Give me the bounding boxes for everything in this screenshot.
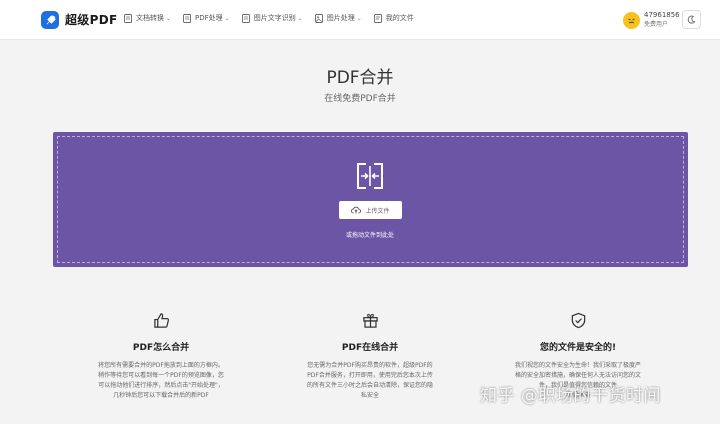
nav-label: 文档转换 [136,14,164,22]
feature-how-to-merge: PDF怎么合并 将您所有需要合并的PDF拖放到上面的方框内。 稍作等待您可以看到… [71,312,251,401]
main-nav: 文档转换 ⌄ PDF处理 ⌄ 图片文字识别 ⌄ 图片处理 ⌄ 我的文件 [124,13,426,23]
image-icon [314,13,323,23]
upload-file-button[interactable]: 上传文件 [339,201,402,219]
nav-label: PDF处理 [195,14,223,22]
nav-ocr[interactable]: 图片文字识别 ⌄ [241,13,303,23]
nav-my-files[interactable]: 我的文件 [373,13,414,23]
avatar[interactable] [623,11,640,29]
chevron-down-icon: ⌄ [224,14,230,22]
page-subtitle: 在线免费PDF合并 [324,94,396,104]
gift-icon [280,312,460,330]
nav-image-process[interactable]: 图片处理 ⌄ [314,13,362,23]
user-role: 免费用户 [644,21,669,28]
nav-label: 图片文字识别 [253,14,296,22]
rocket-icon[interactable] [41,11,59,29]
chevron-down-icon: ⌄ [166,14,172,22]
feature-title: PDF在线合并 [341,343,399,353]
cloud-upload-icon [351,206,362,214]
user-info: 47961856 免费用户 [644,11,680,29]
moon-icon [687,15,696,24]
thumbs-up-icon [71,312,251,330]
nav-doc-convert[interactable]: 文档转换 ⌄ [124,13,171,23]
top-header: 超级PDF 文档转换 ⌄ PDF处理 ⌄ 图片文字识别 ⌄ 图片处理 ⌄ 我的文件 47… [0,0,720,40]
upload-drop-zone[interactable] [53,132,688,267]
feature-online-merge: PDF在线合并 您无需为合并PDF购买昂贵的软件，超级PDF的 PDF合并服务，… [280,312,460,401]
theme-toggle-button[interactable] [682,10,701,29]
merge-icon [356,162,384,194]
nav-pdf-process[interactable]: PDF处理 ⌄ [183,13,230,23]
feature-text: 将您所有需要合并的PDF拖放到上面的方框内。 稍作等待您可以看到每一个PDF的预… [98,362,224,399]
doc-icon [183,13,191,23]
doc-icon [241,13,250,23]
upload-button-label: 上传文件 [365,208,390,215]
feature-title: PDF怎么合并 [132,343,190,353]
chevron-down-icon: ⌄ [356,14,362,22]
chevron-down-icon: ⌄ [297,14,303,22]
page-title: PDF合并 [326,68,394,88]
drop-hint: 或拖动文件到此处 [345,232,394,239]
nav-label: 我的文件 [385,14,414,22]
watermark: 知乎 @职场的干货时间 [480,386,661,406]
user-id: 47961856 [644,11,680,19]
feature-text: 您无需为合并PDF购买昂贵的软件，超级PDF的 PDF合并服务，打开即用，使用完… [306,362,433,399]
doc-icon [124,13,132,23]
brand-name[interactable]: 超级PDF [65,11,117,28]
shield-check-icon [488,312,668,330]
folder-icon [373,13,382,23]
feature-title: 您的文件是安全的! [539,343,617,353]
user-menu[interactable]: 47961856 免费用户 [623,11,680,29]
drop-zone-border [57,136,684,263]
nav-label: 图片处理 [326,14,355,22]
